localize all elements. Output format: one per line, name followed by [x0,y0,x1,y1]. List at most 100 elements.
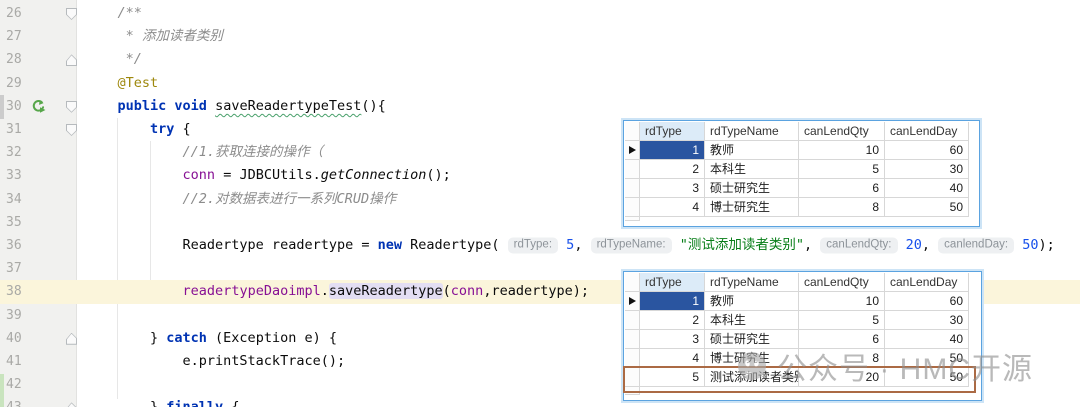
grid-row: 1 教师 10 60 [625,141,978,160]
grid-cell[interactable]: 1 [640,141,705,160]
fold-up-icon[interactable] [66,332,77,345]
code-token: getConnection [320,167,427,184]
grid-cell[interactable]: 4 [640,349,705,368]
row-selector[interactable] [625,311,640,330]
code-token: Readertype readertype = [85,237,378,253]
code-line[interactable]: public void saveReadertypeTest(){ [85,95,386,118]
code-token: finally [166,399,223,407]
code-token: } [85,329,167,346]
grid-cell[interactable]: 40 [885,330,969,349]
line-number: 31 [6,122,22,137]
code-line[interactable]: } catch (Exception e) { [85,327,337,350]
grid-cell[interactable]: 3 [640,330,705,349]
code-line[interactable]: e.printStackTrace(); [85,350,346,373]
line-number: 37 [6,261,22,277]
grid-cell[interactable]: 硕士研究生 [705,330,799,349]
result-grid-after[interactable]: rdType rdTypeName canLendQty canLendDay 1 教师 1… [623,271,982,401]
code-line[interactable]: */ [85,48,142,71]
grid-cell[interactable]: 8 [799,198,885,217]
grid-cell[interactable]: 60 [885,292,969,311]
grid-cell[interactable]: 30 [885,311,969,330]
fold-up-icon[interactable] [66,54,77,67]
grid-cell[interactable]: 3 [640,179,705,198]
grid-cell[interactable]: 60 [885,141,969,160]
run-test-icon[interactable] [31,99,46,114]
grid-cell[interactable]: 教师 [705,141,799,160]
line-number: 41 [6,354,22,369]
grid-header-cell[interactable]: rdType [640,273,705,292]
grid-cell[interactable]: 40 [885,179,969,198]
grid-header-cell[interactable]: canLendDay [885,122,969,141]
new-row-selector [625,387,640,395]
result-grid-before[interactable]: rdType rdTypeName canLendQty canLendDay 1 教师 1… [623,120,980,227]
row-selector[interactable] [625,160,640,179]
row-selector[interactable] [625,179,640,198]
grid-cell[interactable]: 2 [640,160,705,179]
grid-cell[interactable]: 5 [799,160,885,179]
grid-cell[interactable]: 1 [640,292,705,311]
grid-cell[interactable]: 本科生 [705,160,799,179]
fold-down-icon[interactable] [66,8,77,20]
grid-cell[interactable]: 5 [640,368,705,387]
parameter-hint-chip: canLendQty: [820,237,898,254]
grid-cell[interactable]: 硕士研究生 [705,179,799,198]
grid-cell[interactable]: 测试添加读者类别 [705,368,799,387]
code-token: new [377,237,402,253]
code-line[interactable]: //2.对数据表进行一系列CRUD操作 [85,188,397,211]
code-line[interactable]: /** [85,2,142,25]
grid-cell[interactable]: 50 [885,349,969,368]
code-token: ,readertype); [483,283,589,300]
grid-cell[interactable]: 10 [799,141,885,160]
grid-cell[interactable]: 本科生 [705,311,799,330]
grid-cell[interactable]: 6 [799,330,885,349]
grid-cell[interactable]: 20 [799,368,885,387]
grid-cell[interactable]: 50 [885,368,969,387]
grid-cell[interactable]: 10 [799,292,885,311]
code-line[interactable]: * 添加读者类别 [85,25,223,48]
grid-cell[interactable]: 30 [885,160,969,179]
code-line[interactable]: //1.获取连接的操作（ [85,141,324,164]
fold-down-icon[interactable] [66,124,77,136]
grid-cell[interactable]: 4 [640,198,705,217]
grid-cell[interactable]: 博士研究生 [705,198,799,217]
row-selector[interactable] [625,141,640,160]
grid-header-cell[interactable]: rdType [640,122,705,141]
code-line[interactable]: readertypeDaoimpl.saveReadertype(conn,re… [85,280,589,303]
grid-cell[interactable]: 2 [640,311,705,330]
row-selector[interactable] [625,330,640,349]
gutter-row: 26 [0,2,77,25]
grid-header-cell[interactable]: rdTypeName [705,122,799,141]
code-token: * 添加读者类别 [85,28,223,45]
parameter-hint-chip: canlendDay: [938,237,1015,254]
row-selector[interactable] [625,292,640,311]
grid-cell[interactable]: 50 [885,198,969,217]
code-line[interactable]: } finally { [85,396,239,407]
line-number: 28 [6,52,22,68]
grid-header-cell[interactable]: canLendQty [799,273,885,292]
code-line[interactable]: try { [85,118,191,141]
row-selector[interactable] [625,368,640,387]
code-line[interactable]: Readertype readertype = new Readertype( … [85,234,1055,257]
code-token: /** [85,5,142,21]
grid-header-cell[interactable]: canLendQty [799,122,885,141]
fold-up-icon[interactable] [66,402,77,407]
grid-cell[interactable]: 5 [799,311,885,330]
line-number: 35 [6,214,22,230]
grid-header-cell[interactable]: canLendDay [885,273,969,292]
line-number: 39 [6,307,22,323]
grid-cell[interactable]: 6 [799,179,885,198]
line-number: 43 [6,396,32,407]
code-token: , [921,237,939,253]
grid-cell[interactable]: 8 [799,349,885,368]
code-line[interactable]: @Test [85,72,159,95]
row-selector[interactable] [625,198,640,217]
grid-header-cell[interactable]: rdTypeName [705,273,799,292]
grid-cell[interactable]: 教师 [705,292,799,311]
grid-cell[interactable]: 博士研究生 [705,349,799,368]
code-line[interactable]: conn = JDBCUtils.getConnection(); [85,164,451,187]
row-selector[interactable] [625,349,640,368]
fold-down-icon[interactable] [66,100,77,113]
